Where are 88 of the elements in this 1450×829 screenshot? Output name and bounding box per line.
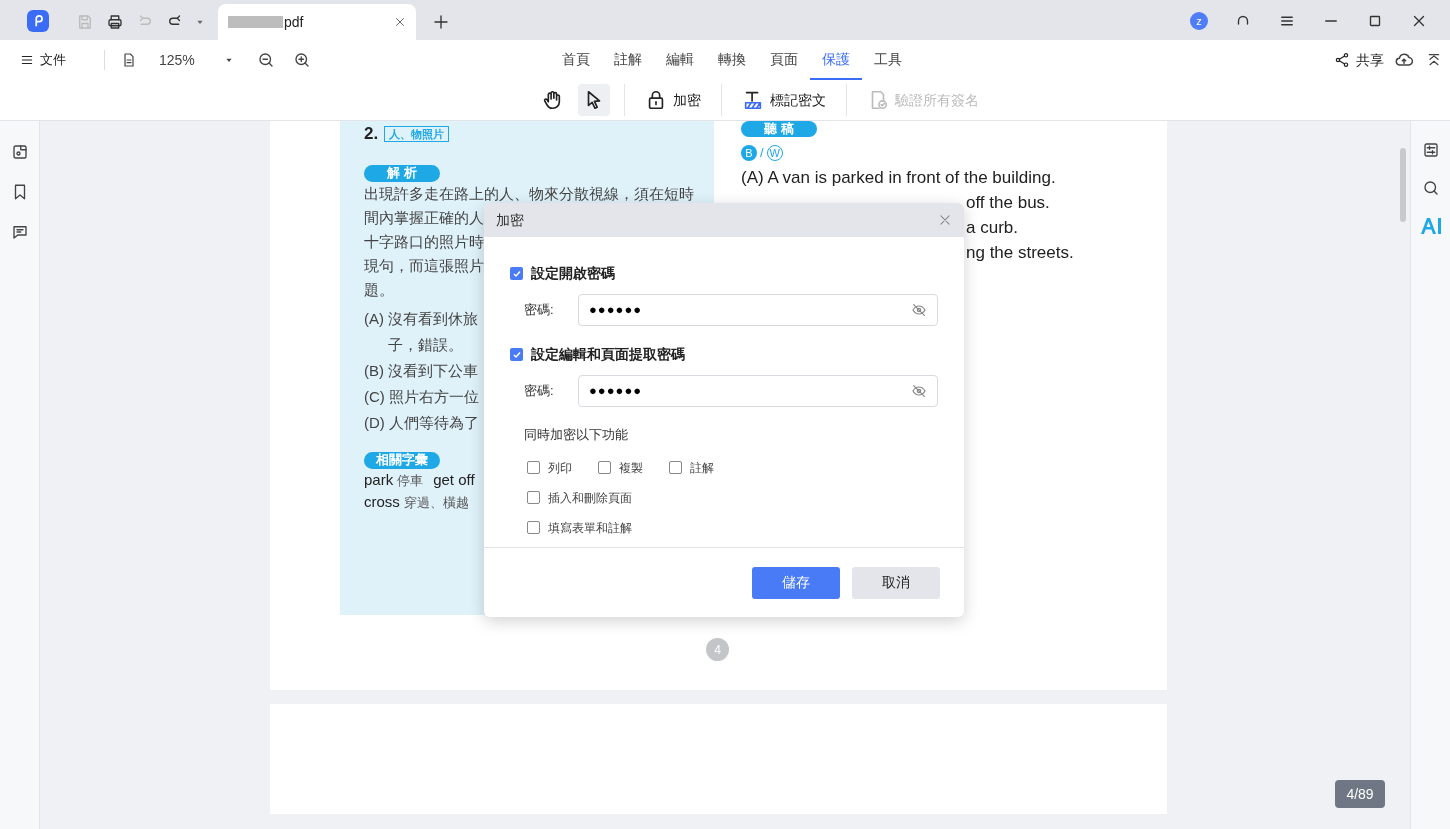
category-tag: 人、物照片	[384, 125, 450, 142]
field-label: 密碼:	[523, 382, 555, 401]
print-icon[interactable]	[106, 13, 124, 31]
ribbon-tab[interactable]: 頁面	[758, 40, 810, 80]
password-field[interactable]: ●●●●●●	[578, 294, 938, 326]
new-tab-icon[interactable]	[432, 13, 450, 31]
pointer-tool-button[interactable]	[577, 84, 610, 116]
vocab-meaning: 停車	[397, 471, 424, 490]
page-number: 4	[706, 638, 729, 661]
checkbox-label: 設定開啟密碼	[531, 264, 615, 283]
section-label: 聽 稿	[741, 121, 817, 137]
dialog-title: 加密	[496, 210, 524, 230]
user-avatar[interactable]: z	[1190, 12, 1208, 30]
ribbon-tab[interactable]: 轉換	[706, 40, 758, 80]
caret-icon	[225, 56, 233, 64]
vocab-word: get off	[433, 469, 475, 490]
checkmark-icon	[511, 268, 522, 279]
option-line: 子，錯誤。	[388, 334, 463, 355]
file-menu-button[interactable]: 文件	[20, 50, 66, 70]
document-tab[interactable]: pdf	[218, 4, 416, 40]
field-label: 密碼:	[523, 301, 555, 320]
vocab-meaning: 穿過、橫越	[403, 493, 469, 512]
checkbox[interactable]	[527, 461, 540, 474]
question-number: 2.	[364, 123, 379, 145]
paragraph-line: 現句，而這張照片	[364, 255, 484, 276]
option-line: (A) 沒有看到休旅	[364, 308, 479, 329]
ribbon-tab[interactable]: 編輯	[654, 40, 706, 80]
checkbox[interactable]	[598, 461, 611, 474]
eye-off-icon[interactable]	[911, 383, 927, 399]
sliders-icon[interactable]	[1421, 141, 1440, 159]
section-heading: 同時加密以下功能	[523, 426, 629, 444]
ribbon-tab[interactable]: 工具	[862, 40, 914, 80]
comment-icon[interactable]	[10, 223, 29, 241]
paragraph-line: 題。	[364, 279, 394, 300]
tab-title: pdf	[284, 12, 304, 32]
menu-icon	[20, 53, 34, 67]
checkbox[interactable]	[527, 521, 540, 534]
page-view-icon[interactable]	[121, 52, 137, 68]
checkbox-label: 註解	[690, 459, 714, 477]
section-label: 相關字彙	[364, 451, 440, 469]
transcript-line: (A) A van is parked in front of the building.	[741, 166, 1056, 189]
checkbox-label: 設定編輯和頁面提取密碼	[531, 345, 685, 364]
thumbnail-icon[interactable]	[10, 143, 29, 161]
zoom-in-icon[interactable]	[293, 51, 311, 69]
checkbox[interactable]	[510, 267, 523, 280]
vocab-word: cross	[364, 491, 400, 512]
checkbox[interactable]	[669, 461, 682, 474]
checkbox-label: 填寫表單和註解	[548, 519, 632, 537]
checkbox-label: 插入和刪除頁面	[548, 489, 632, 507]
share-icon	[1334, 52, 1350, 68]
option-line: (C) 照片右方一位	[364, 386, 479, 407]
ribbon-tab[interactable]: 首頁	[550, 40, 602, 80]
save-button[interactable]: 儲存	[752, 566, 840, 599]
answer-mark: B	[741, 144, 757, 161]
share-button[interactable]: 共享	[1334, 49, 1384, 71]
ribbon-tab[interactable]: 註解	[602, 40, 654, 80]
cancel-button[interactable]: 取消	[852, 566, 940, 599]
checkbox[interactable]	[510, 348, 523, 361]
close-icon[interactable]	[394, 16, 406, 28]
paragraph-line: 出現許多走在路上的人、物來分散視線，須在短時	[364, 183, 694, 204]
dropdown-caret-icon[interactable]	[196, 18, 204, 26]
checkmark-icon	[511, 349, 522, 360]
collapse-ribbon-icon[interactable]	[1426, 52, 1442, 68]
zoom-dropdown[interactable]: 125%	[159, 49, 233, 71]
ai-icon[interactable]	[1419, 217, 1442, 235]
separator-text: /	[760, 144, 764, 162]
paragraph-line: 間內掌握正確的人	[364, 207, 484, 228]
paragraph-line: 十字路口的照片時	[364, 231, 484, 252]
scrollbar-thumb[interactable]	[1400, 148, 1406, 222]
checkbox-label: 複製	[619, 459, 643, 477]
vocab-word: park	[364, 469, 394, 490]
search-icon[interactable]	[1421, 179, 1440, 197]
transcript-line: a curb.	[966, 216, 1018, 239]
blurred-filename	[228, 16, 283, 28]
app-logo	[27, 10, 49, 32]
toolbar-button[interactable]: 標記密文	[735, 84, 832, 116]
page-counter: 4/89	[1335, 780, 1385, 808]
option-line: (B) 沒看到下公車	[364, 360, 479, 381]
transcript-line: ng the streets.	[966, 241, 1074, 264]
password-field[interactable]: ●●●●●●	[578, 375, 938, 407]
checkbox[interactable]	[527, 491, 540, 504]
toolbar-button[interactable]: 加密	[638, 84, 707, 116]
option-line: (D) 人們等待為了	[364, 412, 479, 433]
zoom-out-icon[interactable]	[257, 51, 275, 69]
eye-off-icon[interactable]	[911, 302, 927, 318]
section-label: 解 析	[364, 164, 440, 182]
checkbox-label: 列印	[548, 459, 572, 477]
transcript-line: off the bus.	[966, 191, 1050, 214]
